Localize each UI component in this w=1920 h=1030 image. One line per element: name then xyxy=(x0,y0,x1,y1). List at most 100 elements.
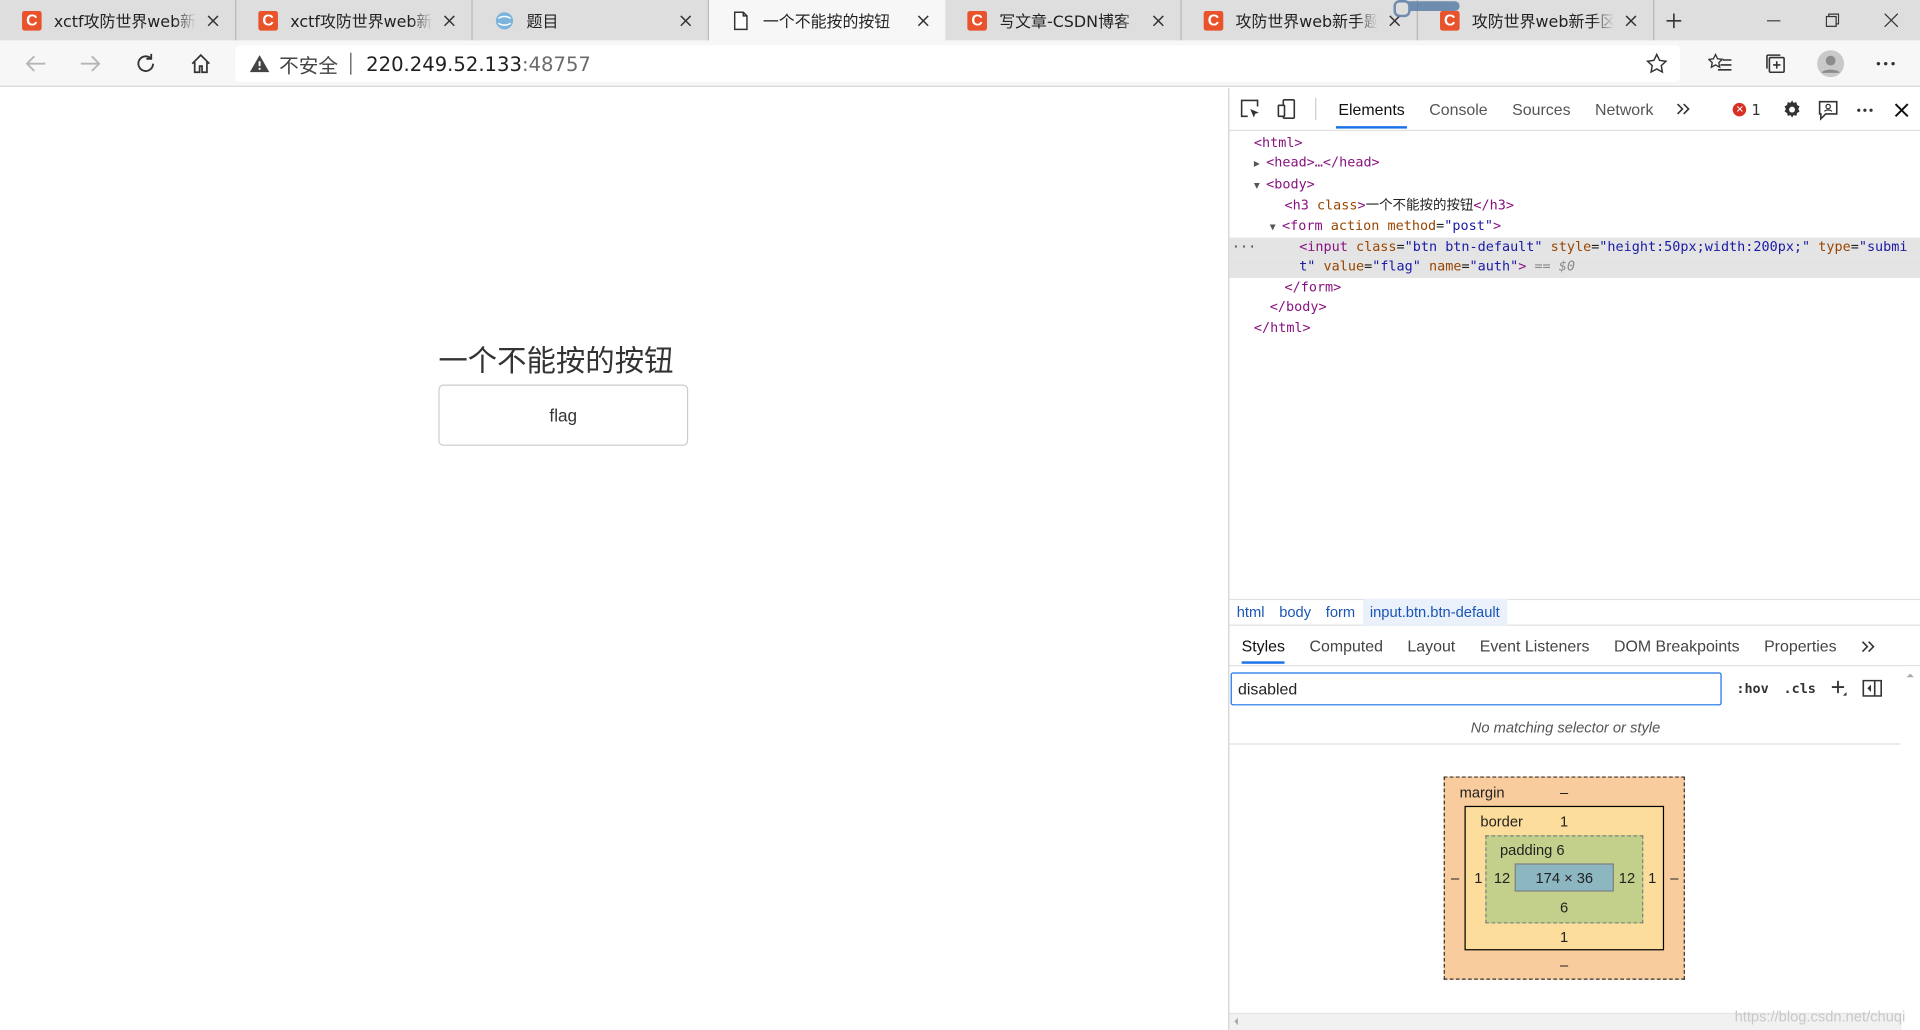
close-tab-icon[interactable] xyxy=(203,10,223,30)
home-button[interactable] xyxy=(173,40,228,87)
border-label: border xyxy=(1480,813,1523,831)
new-tab-button[interactable] xyxy=(1654,0,1693,40)
page-heading: 一个不能按的按钮 xyxy=(438,344,674,379)
new-style-rule-icon[interactable] xyxy=(1823,672,1855,705)
tab-dom-breakpoints[interactable]: DOM Breakpoints xyxy=(1602,626,1752,665)
dom-node-form-close[interactable]: </form> xyxy=(1229,278,1920,298)
csdn-icon: C xyxy=(22,10,42,31)
close-tab-icon[interactable] xyxy=(1149,10,1169,30)
csdn-icon: C xyxy=(1440,10,1460,31)
dom-node-html[interactable]: <html> xyxy=(1229,133,1920,153)
device-toolbar-icon[interactable] xyxy=(1269,88,1306,131)
margin-left-value: – xyxy=(1451,869,1460,887)
margin-top-value: – xyxy=(1560,783,1569,801)
tab-1[interactable]: C xctf攻防世界web新手练 xyxy=(0,0,237,41)
close-tab-icon[interactable] xyxy=(440,10,460,30)
styles-filter-input[interactable]: disabled xyxy=(1230,671,1722,705)
hov-toggle[interactable]: :hov xyxy=(1729,672,1776,705)
plus-icon xyxy=(1666,12,1682,28)
tab-5[interactable]: C 写文章-CSDN博客 xyxy=(945,0,1182,41)
breadcrumb-form[interactable]: form xyxy=(1318,599,1362,626)
tab-active[interactable]: 一个不能按的按钮 xyxy=(708,0,946,41)
breadcrumb-body[interactable]: body xyxy=(1272,599,1319,626)
favorites-button[interactable] xyxy=(1692,40,1747,87)
collapse-triangle-icon[interactable]: ▼ xyxy=(1270,218,1282,238)
devtools-more-icon[interactable] xyxy=(1847,88,1884,131)
more-subtabs-icon[interactable] xyxy=(1849,626,1888,665)
dom-node-body[interactable]: ▼ <body> xyxy=(1229,175,1920,196)
dom-node-h3[interactable]: <h3 class>一个不能按的按钮</h3> xyxy=(1229,196,1920,216)
tab-network[interactable]: Network xyxy=(1583,88,1666,131)
devtools-toolbar-right: ✕ 1 xyxy=(1733,88,1920,131)
tab-2[interactable]: C xctf攻防世界web新手练 xyxy=(236,0,473,41)
home-icon xyxy=(191,53,210,73)
dom-node-input-selected[interactable]: ··· <input class="btn btn-default" style=… xyxy=(1229,237,1920,258)
menu-button[interactable] xyxy=(1858,40,1913,87)
toggle-sidebar-icon[interactable] xyxy=(1855,672,1889,705)
padding-right-value: 12 xyxy=(1618,869,1636,887)
breadcrumb-html[interactable]: html xyxy=(1229,599,1271,626)
collapse-triangle-icon[interactable]: ▼ xyxy=(1254,176,1266,196)
close-tab-icon[interactable] xyxy=(913,10,933,30)
error-counter[interactable]: ✕ 1 xyxy=(1733,101,1761,118)
dom-node-form[interactable]: ▼ <form action method="post"> xyxy=(1229,216,1920,237)
tab-title: 写文章-CSDN博客 xyxy=(999,13,1130,32)
dom-node-input-cont[interactable]: t" value="flag" name="auth"> == $0 xyxy=(1229,257,1920,278)
refresh-button[interactable] xyxy=(118,40,173,87)
forward-button[interactable] xyxy=(62,40,117,87)
breadcrumb-input[interactable]: input.btn.btn-default xyxy=(1362,598,1508,626)
back-button[interactable] xyxy=(7,40,62,87)
cls-toggle[interactable]: .cls xyxy=(1776,672,1823,705)
more-options-icon[interactable]: ··· xyxy=(1232,238,1256,258)
tab-sources[interactable]: Sources xyxy=(1500,88,1583,131)
vertical-scrollbar[interactable] xyxy=(1900,666,1920,1010)
favorite-star-icon[interactable] xyxy=(1645,52,1668,80)
inspect-element-icon[interactable] xyxy=(1232,88,1269,131)
dom-node-html-close[interactable]: </html> xyxy=(1229,318,1920,338)
error-icon: ✕ xyxy=(1733,102,1747,117)
dom-node-body-close[interactable]: </body> xyxy=(1229,298,1920,318)
more-tabs-icon[interactable] xyxy=(1666,88,1703,131)
expand-triangle-icon[interactable]: ▶ xyxy=(1254,155,1266,175)
tab-computed[interactable]: Computed xyxy=(1297,626,1395,665)
tab-properties[interactable]: Properties xyxy=(1752,626,1849,665)
minimize-button[interactable] xyxy=(1744,0,1803,40)
styles-subtabs: Styles Computed Layout Event Listeners D… xyxy=(1229,626,1920,667)
tab-console[interactable]: Console xyxy=(1417,88,1500,131)
devtools-panel: Elements Console Sources Network ✕ 1 <ht… xyxy=(1228,88,1920,1030)
border-bottom-value: 1 xyxy=(1560,928,1569,946)
flag-button[interactable]: flag xyxy=(438,384,689,446)
security-label[interactable]: 不安全 xyxy=(279,49,338,78)
tab-layout[interactable]: Layout xyxy=(1395,626,1467,665)
close-tab-icon[interactable] xyxy=(676,10,696,30)
close-window-button[interactable] xyxy=(1861,0,1920,40)
close-tab-icon[interactable] xyxy=(1621,10,1641,30)
warning-icon[interactable] xyxy=(249,55,270,73)
address-bar[interactable]: 不安全 220.249.52.133:48757 xyxy=(235,45,1681,83)
tab-elements[interactable]: Elements xyxy=(1326,88,1417,131)
restore-button[interactable] xyxy=(1802,0,1861,40)
scroll-left-icon[interactable] xyxy=(1229,1014,1241,1029)
tab-styles[interactable]: Styles xyxy=(1229,626,1297,665)
tab-title: 攻防世界web新手区题 xyxy=(1471,13,1614,32)
tab-3[interactable]: 题目 xyxy=(473,0,709,41)
tab-title: xctf攻防世界web新手练 xyxy=(290,13,433,32)
drag-handle[interactable] xyxy=(1393,0,1460,18)
tab-event-listeners[interactable]: Event Listeners xyxy=(1467,626,1601,665)
padding-label: padding 6 xyxy=(1500,841,1565,859)
border-top-value: 1 xyxy=(1560,813,1569,831)
settings-gear-icon[interactable] xyxy=(1773,88,1810,131)
tab-6[interactable]: C 攻防世界web新手题答 xyxy=(1182,0,1418,41)
feedback-icon[interactable] xyxy=(1810,88,1847,131)
globe-icon xyxy=(495,10,515,30)
breadcrumb: html body form input.btn.btn-default xyxy=(1229,598,1920,626)
scroll-up-icon[interactable] xyxy=(1900,669,1920,681)
toolbar: 不安全 220.249.52.133:48757 xyxy=(0,40,1920,87)
window-controls xyxy=(1744,0,1920,40)
no-match-message: No matching selector or style xyxy=(1229,710,1902,745)
dom-node-head[interactable]: ▶ <head>…</head> xyxy=(1229,154,1920,175)
avatar-icon xyxy=(1816,50,1844,78)
collections-button[interactable] xyxy=(1747,40,1802,87)
profile-button[interactable] xyxy=(1802,40,1857,87)
close-devtools-icon[interactable] xyxy=(1883,88,1920,131)
